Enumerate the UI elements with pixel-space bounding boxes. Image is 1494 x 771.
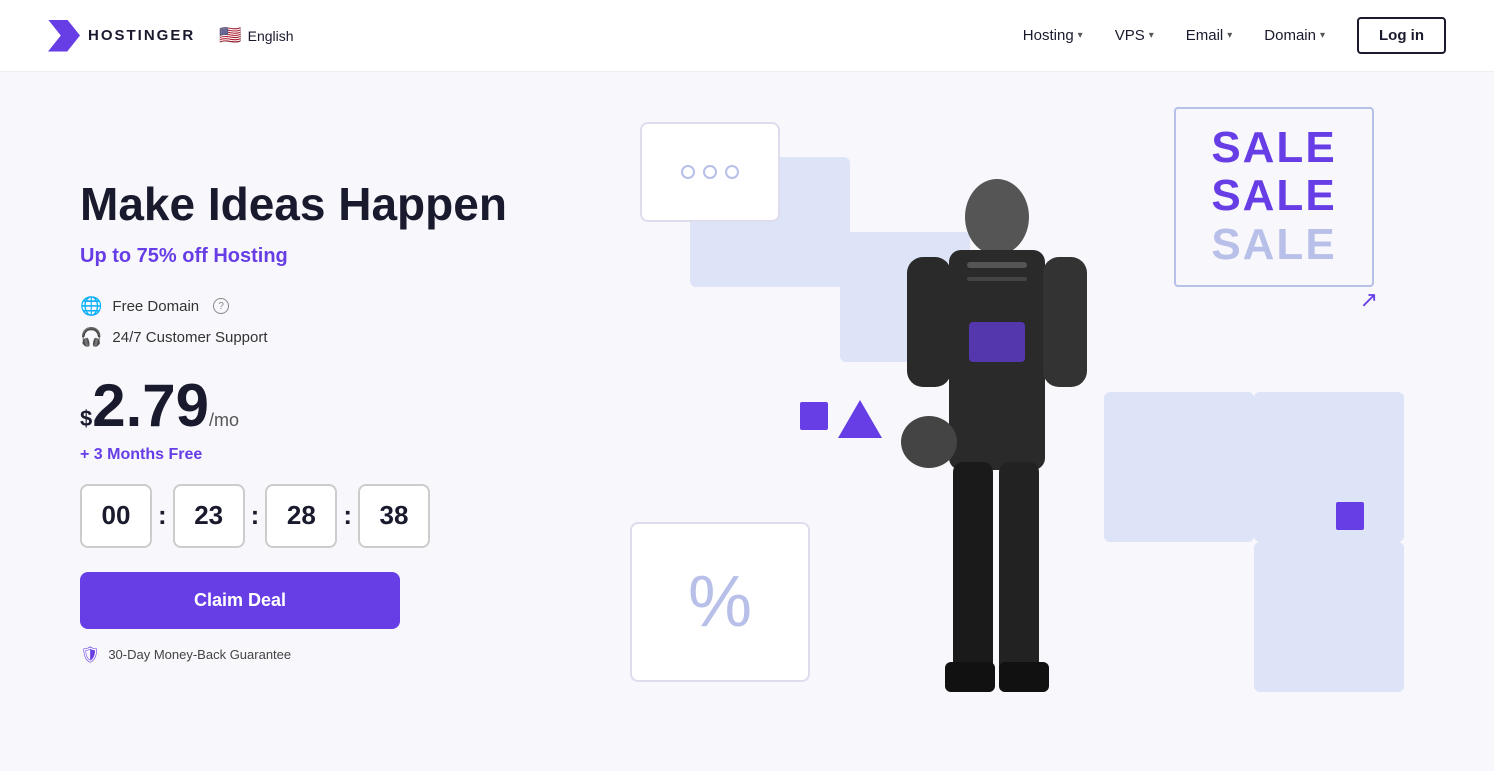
- nav-left: HOSTINGER 🇺🇸 English: [48, 20, 294, 52]
- months-free: + 3 Months Free: [80, 446, 560, 464]
- deco-accent-square-2: [1336, 502, 1364, 530]
- language-label: English: [248, 28, 294, 44]
- price-block: $ 2.79 /mo: [80, 376, 560, 436]
- question-mark-icon[interactable]: ?: [213, 298, 229, 314]
- nav-item-domain[interactable]: Domain ▾: [1264, 27, 1325, 44]
- chevron-down-icon: ▾: [1078, 30, 1083, 41]
- nav-item-vps[interactable]: VPS ▾: [1115, 27, 1154, 44]
- nav-hosting-label: Hosting: [1023, 27, 1074, 44]
- hero-visual: % SALE SALE SALE ↗: [600, 102, 1414, 742]
- hero-person-image: [780, 102, 1214, 742]
- feature-free-domain: 🌐 Free Domain ?: [80, 296, 560, 317]
- deco-square-3: [1254, 392, 1404, 542]
- nav-right: Hosting ▾ VPS ▾ Email ▾ Domain ▾ Log in: [1023, 17, 1446, 54]
- language-selector[interactable]: 🇺🇸 English: [219, 25, 293, 46]
- nav-domain-label: Domain: [1264, 27, 1316, 44]
- shield-icon: 🛡: [80, 645, 100, 665]
- timer-seconds: 28: [265, 484, 337, 548]
- globe-icon: 🌐: [80, 296, 102, 317]
- nav-item-email[interactable]: Email ▾: [1186, 27, 1233, 44]
- browser-dot-3: [725, 165, 739, 179]
- navbar: HOSTINGER 🇺🇸 English Hosting ▾ VPS ▾ Ema…: [0, 0, 1494, 72]
- logo-text: HOSTINGER: [88, 27, 195, 44]
- sale-text-2: SALE: [1211, 172, 1336, 220]
- flag-icon: 🇺🇸: [219, 25, 241, 46]
- subheadline-suffix: off Hosting: [177, 245, 288, 267]
- features-list: 🌐 Free Domain ? 🎧 24/7 Customer Support: [80, 296, 560, 348]
- timer-sep-3: :: [341, 500, 354, 531]
- price-suffix: /mo: [209, 410, 239, 431]
- sale-text-1: SALE: [1211, 124, 1336, 172]
- browser-dot-1: [681, 165, 695, 179]
- feature-support-label: 24/7 Customer Support: [112, 329, 267, 346]
- nav-item-hosting[interactable]: Hosting ▾: [1023, 27, 1083, 44]
- claim-deal-button[interactable]: Claim Deal: [80, 572, 400, 629]
- deco-square-4: [1254, 542, 1404, 692]
- browser-mockup-box: [640, 122, 780, 222]
- hero-left: Make Ideas Happen Up to 75% off Hosting …: [80, 178, 560, 665]
- hero-section: Make Ideas Happen Up to 75% off Hosting …: [0, 72, 1494, 771]
- logo[interactable]: HOSTINGER: [48, 20, 195, 52]
- logo-icon: [48, 20, 80, 52]
- price-line: $ 2.79 /mo: [80, 376, 560, 436]
- feature-support: 🎧 24/7 Customer Support: [80, 327, 560, 348]
- login-button[interactable]: Log in: [1357, 17, 1446, 54]
- timer-minutes: 23: [173, 484, 245, 548]
- hero-subheadline: Up to 75% off Hosting: [80, 245, 560, 268]
- nav-vps-label: VPS: [1115, 27, 1145, 44]
- countdown-timer: 00 : 23 : 28 : 38: [80, 484, 560, 548]
- subheadline-highlight: 75%: [137, 245, 177, 267]
- guarantee-line: 🛡 30-Day Money-Back Guarantee: [80, 645, 560, 665]
- sale-text-3: SALE: [1211, 221, 1336, 269]
- guarantee-label: 30-Day Money-Back Guarantee: [108, 647, 291, 662]
- timer-sep-1: :: [156, 500, 169, 531]
- chevron-down-icon: ▾: [1320, 30, 1325, 41]
- timer-hours: 00: [80, 484, 152, 548]
- subheadline-prefix: Up to: [80, 245, 137, 267]
- timer-centiseconds: 38: [358, 484, 430, 548]
- cursor-icon: ↗: [1360, 287, 1378, 313]
- price-currency: $: [80, 406, 92, 432]
- nav-email-label: Email: [1186, 27, 1224, 44]
- person-svg: [877, 162, 1117, 742]
- feature-domain-label: Free Domain: [112, 298, 199, 315]
- chevron-down-icon: ▾: [1149, 30, 1154, 41]
- chevron-down-icon: ▾: [1227, 30, 1232, 41]
- browser-dot-2: [703, 165, 717, 179]
- timer-sep-2: :: [249, 500, 262, 531]
- headset-icon: 🎧: [80, 327, 102, 348]
- price-main: 2.79: [92, 376, 209, 436]
- percent-symbol: %: [688, 561, 752, 643]
- hero-headline: Make Ideas Happen: [80, 178, 560, 231]
